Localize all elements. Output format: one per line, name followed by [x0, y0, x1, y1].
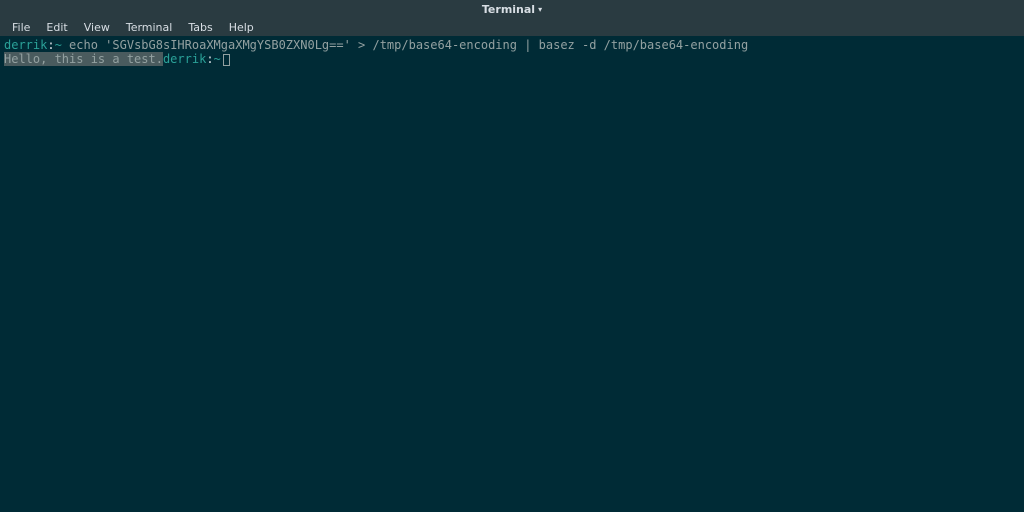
menu-file[interactable]: File: [4, 19, 38, 36]
terminal-content[interactable]: derrik:~ echo 'SGVsbG8sIHRoaXMgaXMgYSB0Z…: [0, 36, 1024, 512]
window-title: Terminal: [482, 3, 535, 16]
cursor: [223, 54, 230, 66]
command-output: Hello, this is a test.: [4, 52, 163, 66]
prompt-user: derrik: [4, 38, 47, 52]
menu-tabs[interactable]: Tabs: [180, 19, 220, 36]
prompt-path-2: ~: [214, 52, 221, 66]
titlebar: Terminal ▾: [0, 0, 1024, 18]
menu-help[interactable]: Help: [221, 19, 262, 36]
terminal-line-1: derrik:~ echo 'SGVsbG8sIHRoaXMgaXMgYSB0Z…: [4, 38, 1020, 52]
menu-terminal[interactable]: Terminal: [118, 19, 181, 36]
prompt-path: ~: [55, 38, 62, 52]
menu-edit[interactable]: Edit: [38, 19, 75, 36]
menu-view[interactable]: View: [76, 19, 118, 36]
dropdown-icon[interactable]: ▾: [538, 5, 542, 14]
prompt-separator-2: :: [206, 52, 213, 66]
terminal-line-2: Hello, this is a test.derrik:~: [4, 52, 1020, 66]
command-text: echo 'SGVsbG8sIHRoaXMgaXMgYSB0ZXN0Lg==' …: [62, 38, 748, 52]
menubar: File Edit View Terminal Tabs Help: [0, 18, 1024, 36]
prompt-separator: :: [47, 38, 54, 52]
prompt-user-2: derrik: [163, 52, 206, 66]
